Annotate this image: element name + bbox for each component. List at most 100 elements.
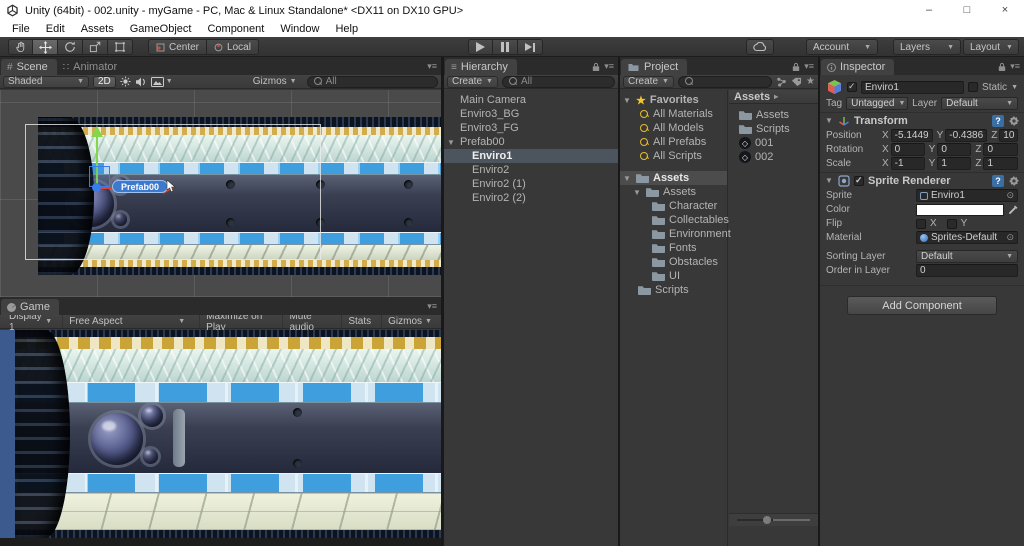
object-picker-icon[interactable]: ⊙ [1006,232,1014,243]
assets-root-folder[interactable]: ▼ Assets [620,171,727,185]
project-create-button[interactable]: Create▼ [623,76,674,88]
foldout-open-icon[interactable]: ▼ [824,116,834,125]
space-toggle-button[interactable]: Local [207,39,259,55]
rotation-y-field[interactable]: 0 [937,143,971,156]
display-dropdown[interactable]: Display 1▼ [3,315,58,328]
position-y-field[interactable]: -0.4386 [945,129,987,142]
layer-dropdown[interactable]: Default▼ [941,97,1018,110]
sprite-renderer-component-header[interactable]: ▼ Sprite Renderer ? [820,172,1024,188]
tab-project[interactable]: Project [621,59,687,75]
gizmo-y-arrowhead[interactable] [91,126,103,137]
tab-game[interactable]: Game [1,299,59,315]
static-dropdown-icon[interactable]: ▼ [1011,84,1018,91]
save-search-star-icon[interactable]: ★ [806,76,815,87]
cloud-services-button[interactable] [746,39,774,55]
pivot-toggle-button[interactable]: Center [148,39,207,55]
lighting-toggle-button[interactable] [120,76,131,87]
asset-item-assets[interactable]: Assets [729,108,818,122]
assets-sub-folder[interactable]: ▼ Assets [620,185,727,199]
mute-audio-button[interactable]: Mute audio [282,315,337,328]
hierarchy-item-enviro1[interactable]: Enviro1 [444,149,618,163]
play-button[interactable] [468,39,493,55]
scene-gizmos-dropdown[interactable]: Gizmos▼ [247,75,303,88]
favorites-root[interactable]: ▼ ★ Favorites [620,93,727,107]
layout-dropdown[interactable]: Layout▼ [963,39,1019,55]
rect-tool-button[interactable] [108,39,133,55]
panel-menu-icon[interactable]: ▾≡ [1010,61,1020,72]
sorting-layer-dropdown[interactable]: Default▼ [916,250,1018,263]
favorite-all-materials[interactable]: All Materials [620,107,727,121]
tab-animator[interactable]: ∷ Animator [57,59,126,75]
static-checkbox[interactable] [968,82,978,92]
close-button[interactable]: × [986,0,1024,21]
maximize-on-play-button[interactable]: Maximize on Play [199,315,278,328]
2d-toggle-button[interactable]: 2D [93,76,116,88]
layers-dropdown[interactable]: Layers▼ [893,39,961,55]
foldout-open-icon[interactable]: ▼ [824,176,834,185]
hierarchy-create-button[interactable]: Create▼ [447,76,498,88]
color-swatch[interactable] [916,204,1004,216]
rotate-tool-button[interactable] [58,39,83,55]
material-object-field[interactable]: Sprites-Default ⊙ [916,231,1018,244]
hand-tool-button[interactable] [8,39,33,55]
project-search-input[interactable] [678,76,772,88]
foldout-open-icon[interactable]: ▼ [446,138,456,147]
panel-menu-icon[interactable]: ▾≡ [804,61,814,72]
gizmo-origin[interactable] [92,183,101,192]
foldout-open-icon[interactable]: ▼ [632,188,642,197]
flip-y-checkbox[interactable] [947,219,957,229]
scene-viewport[interactable]: Prefab00 [0,90,441,297]
component-enabled-checkbox[interactable] [854,176,864,186]
menu-component[interactable]: Component [199,23,272,35]
hierarchy-item-prefab00[interactable]: ▼ Prefab00 [444,135,618,149]
folder-collectables[interactable]: Collectables [620,213,727,227]
account-dropdown[interactable]: Account▼ [806,39,878,55]
order-in-layer-field[interactable]: 0 [916,264,1018,277]
step-button[interactable] [518,39,543,55]
hierarchy-item-enviro2[interactable]: Enviro2 [444,163,618,177]
panel-menu-icon[interactable]: ▾≡ [604,61,614,72]
favorite-all-scripts[interactable]: All Scripts [620,149,727,163]
scene-search-input[interactable]: All [307,76,438,88]
scale-tool-button[interactable] [83,39,108,55]
hierarchy-item-enviro2-1[interactable]: Enviro2 (1) [444,177,618,191]
shading-mode-dropdown[interactable]: Shaded▼ [3,76,89,88]
flip-x-checkbox[interactable] [916,219,926,229]
object-name-field[interactable]: Enviro1 [861,81,964,94]
stats-button[interactable]: Stats [341,315,377,328]
panel-menu-icon[interactable]: ▾≡ [427,61,437,72]
add-component-button[interactable]: Add Component [847,296,997,315]
scale-x-field[interactable]: -1 [891,157,925,170]
transform-component-header[interactable]: ▼ Transform ? [820,112,1024,128]
hierarchy-item-enviro3-fg[interactable]: Enviro3_FG [444,121,618,135]
lock-icon[interactable] [592,62,600,72]
rotation-z-field[interactable]: 0 [983,143,1018,156]
project-breadcrumb[interactable]: Assets ▸ [729,90,818,104]
gear-icon[interactable] [1008,175,1020,187]
menu-help[interactable]: Help [327,23,366,35]
scale-y-field[interactable]: 1 [937,157,971,170]
effects-dropdown[interactable]: ▼ [151,77,173,87]
search-by-type-icon[interactable] [776,77,787,87]
folder-fonts[interactable]: Fonts [620,241,727,255]
hierarchy-search-input[interactable]: All [502,76,615,88]
tab-hierarchy[interactable]: ≡ Hierarchy [445,59,517,75]
active-checkbox[interactable] [847,82,857,92]
asset-item-scripts[interactable]: Scripts [729,122,818,136]
search-by-label-icon[interactable] [791,77,802,87]
tab-inspector[interactable]: Inspector [821,59,894,75]
audio-toggle-button[interactable] [135,77,147,87]
folder-character[interactable]: Character [620,199,727,213]
menu-edit[interactable]: Edit [38,23,73,35]
tab-scene[interactable]: # Scene [1,59,57,75]
slider-thumb[interactable] [763,516,771,524]
hierarchy-item-enviro2-2[interactable]: Enviro2 (2) [444,191,618,205]
menu-window[interactable]: Window [272,23,327,35]
foldout-open-icon[interactable]: ▼ [622,174,632,183]
rotation-x-field[interactable]: 0 [891,143,925,156]
folder-environment[interactable]: Environment [620,227,727,241]
gear-icon[interactable] [1008,115,1020,127]
sprite-object-field[interactable]: Enviro1 ⊙ [916,189,1018,202]
position-x-field[interactable]: -5.1449 [891,129,933,142]
asset-item-002[interactable]: ◇002 [729,150,818,164]
